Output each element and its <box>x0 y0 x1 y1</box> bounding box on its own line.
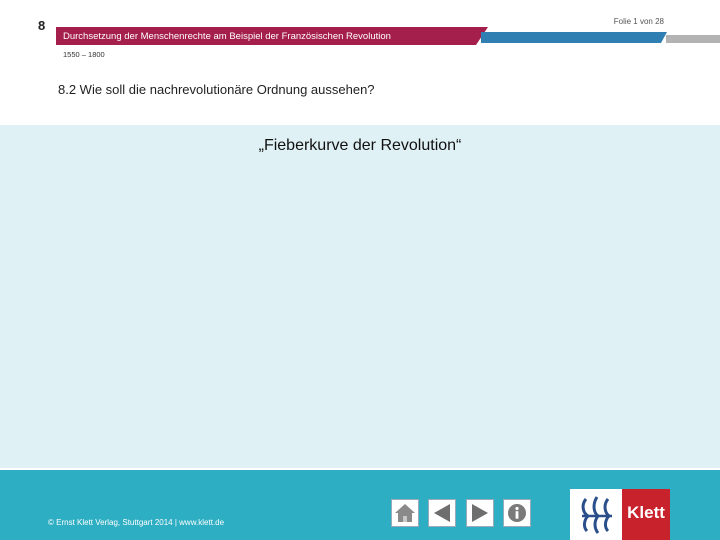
next-button[interactable] <box>466 499 494 527</box>
chapter-number: 8 <box>38 18 46 33</box>
info-button[interactable] <box>503 499 531 527</box>
arrow-right-icon <box>472 504 488 522</box>
title-bar: Durchsetzung der Menschenrechte am Beisp… <box>56 27 488 45</box>
klett-logo: Klett <box>570 489 670 540</box>
klett-emblem-icon <box>581 496 612 534</box>
klett-logo-red-panel: Klett <box>622 489 670 540</box>
content-area: „Fieberkurve der Revolution“ <box>0 125 720 468</box>
accent-strip-gray <box>666 35 720 43</box>
content-heading: „Fieberkurve der Revolution“ <box>258 137 462 154</box>
previous-button[interactable] <box>428 499 456 527</box>
section-subtitle: 8.2 Wie soll die nachrevolutionäre Ordnu… <box>58 82 375 97</box>
period-label: 1550 – 1800 <box>63 50 105 59</box>
copyright-text: © Ernst Klett Verlag, Stuttgart 2014 | w… <box>48 518 225 527</box>
slide-counter: Folie 1 von 28 <box>613 17 664 26</box>
accent-strip-blue <box>481 32 667 43</box>
home-button[interactable] <box>391 499 419 527</box>
klett-logo-text: Klett <box>627 503 665 522</box>
arrow-left-icon <box>434 504 450 522</box>
slide-title: Durchsetzung der Menschenrechte am Beisp… <box>63 31 391 42</box>
home-icon <box>395 504 415 522</box>
info-icon <box>508 504 526 522</box>
